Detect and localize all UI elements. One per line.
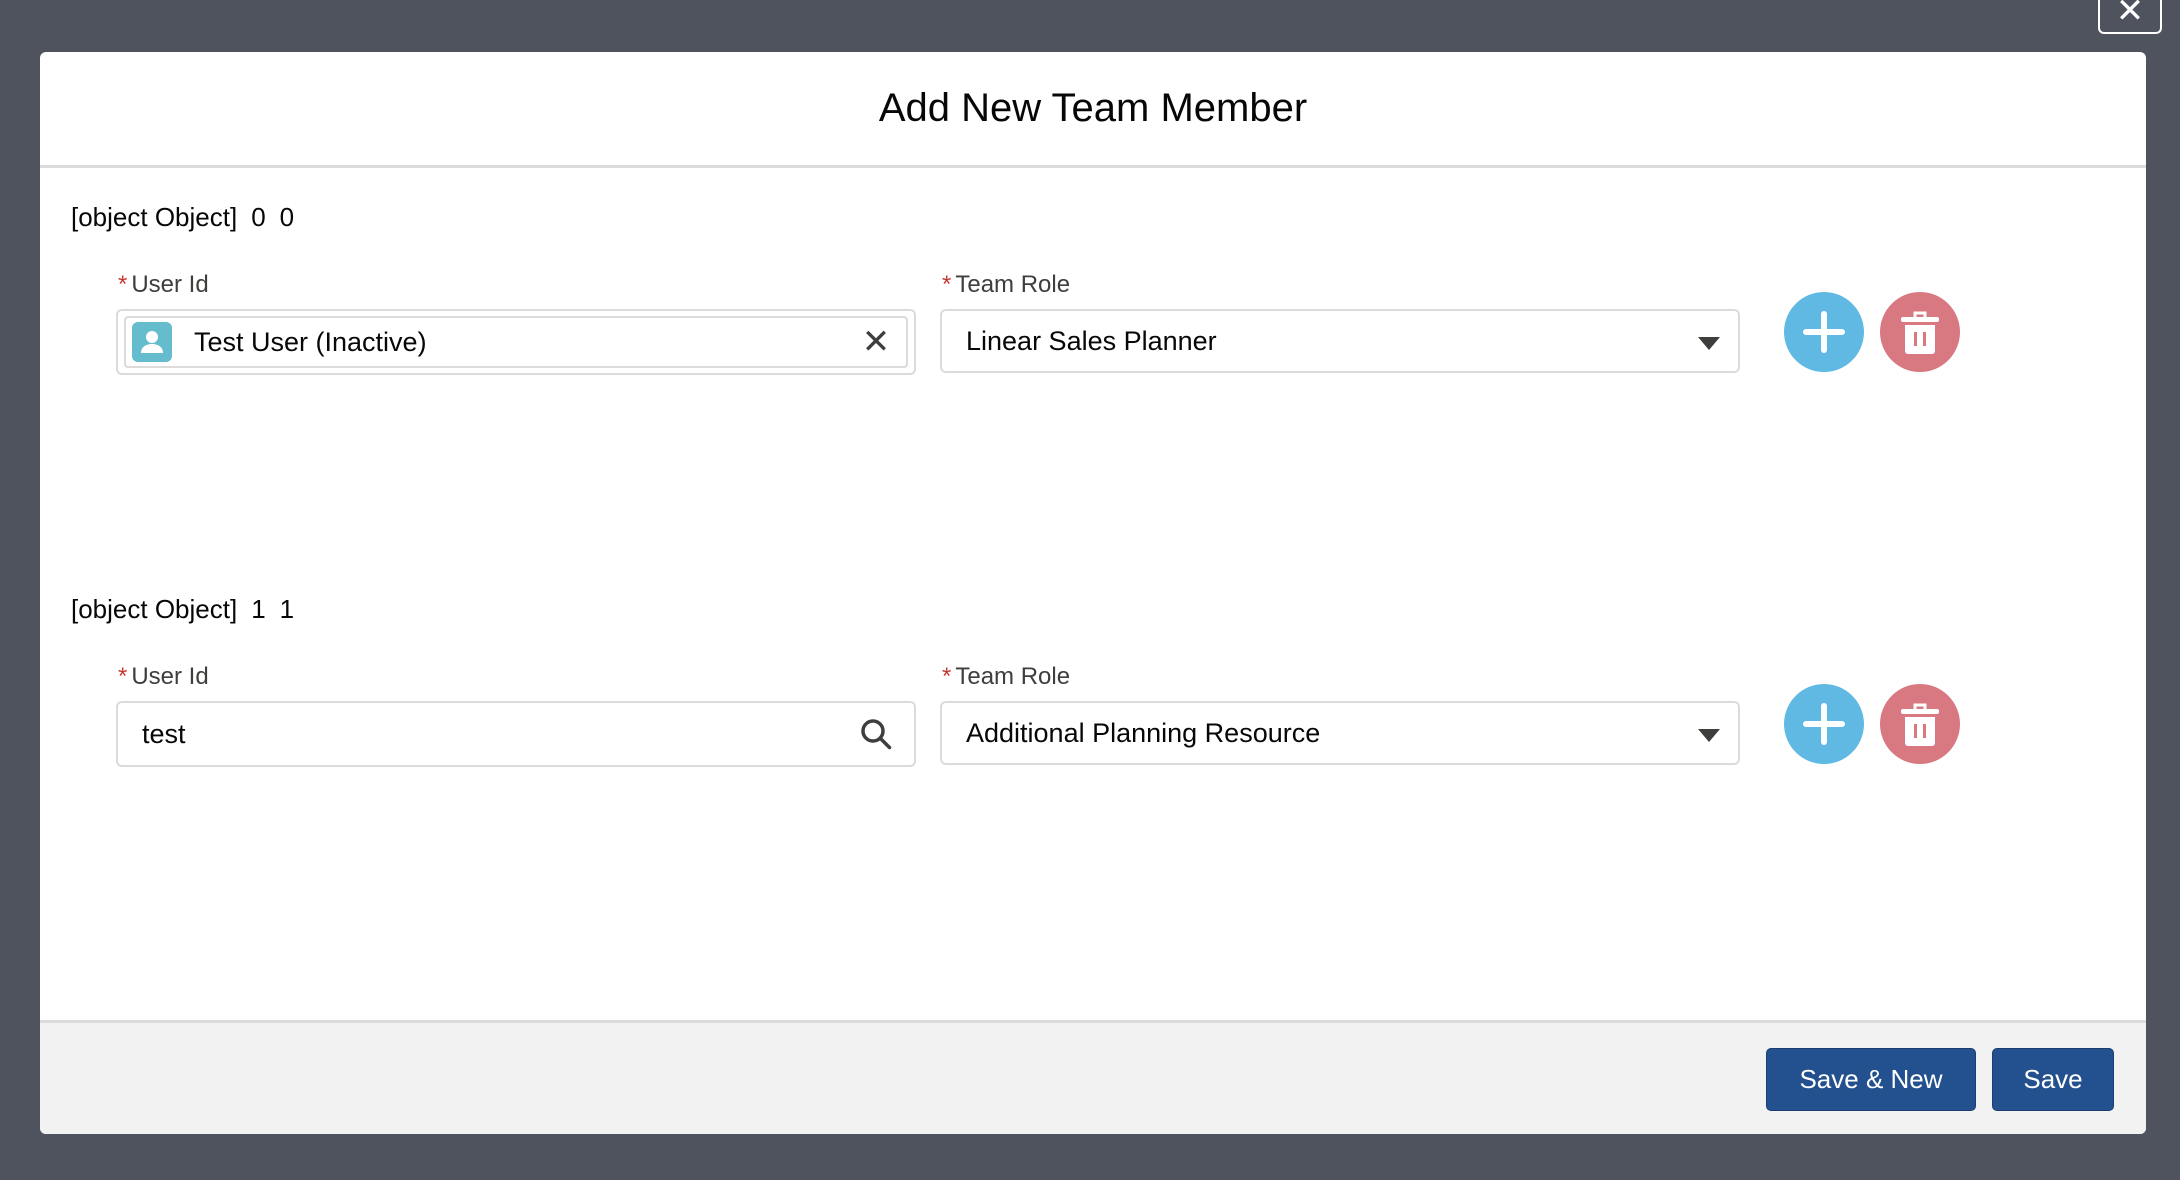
search-input-value[interactable]: test <box>142 719 860 750</box>
delete-row-button[interactable] <box>1880 292 1960 372</box>
team-role-select[interactable]: Additional Planning Resource <box>940 701 1740 765</box>
user-id-label: * User Id <box>118 271 209 299</box>
save-and-new-button[interactable]: Save & New <box>1766 1048 1976 1111</box>
chevron-down-icon <box>1698 729 1720 742</box>
required-mark: * <box>118 663 128 690</box>
label-text: User Id <box>131 663 209 690</box>
add-team-member-modal: Add New Team Member [object Object] 0 0 * U… <box>40 52 2146 1134</box>
trash-icon <box>1901 703 1939 746</box>
required-mark: * <box>942 663 952 690</box>
trash-icon <box>1901 311 1939 354</box>
row-heading: [object Object] 0 0 <box>71 202 308 233</box>
add-row-button[interactable] <box>1784 684 1864 764</box>
required-mark: * <box>942 271 952 298</box>
team-role-select[interactable]: Linear Sales Planner <box>940 309 1740 373</box>
modal-title: Add New Team Member <box>878 86 1308 130</box>
team-role-label: * Team Role <box>942 271 1070 299</box>
clear-selection-icon[interactable]: ✕ <box>856 322 896 362</box>
close-icon: ✕ <box>2115 0 2145 30</box>
modal-header: Add New Team Member <box>40 52 2146 168</box>
selected-user-name: Test User (Inactive) <box>194 326 427 357</box>
team-role-label: * Team Role <box>942 663 1070 691</box>
plus-icon <box>1803 703 1845 745</box>
chevron-down-icon <box>1698 337 1720 350</box>
modal-footer: Save & New Save <box>40 1020 2146 1134</box>
label-text: Team Role <box>955 663 1071 690</box>
save-button[interactable]: Save <box>1992 1048 2114 1111</box>
required-mark: * <box>118 271 128 298</box>
label-text: Team Role <box>955 271 1071 298</box>
selected-user-pill: Test User (Inactive) ✕ <box>124 316 908 368</box>
label-text: User Id <box>131 271 209 298</box>
plus-icon <box>1803 311 1845 353</box>
user-avatar-icon <box>132 322 172 362</box>
selected-role: Linear Sales Planner <box>966 325 1217 356</box>
add-row-button[interactable] <box>1784 292 1864 372</box>
user-id-search-input[interactable]: test <box>116 701 916 767</box>
row-index: 0 <box>251 202 266 232</box>
row-heading: [object Object] 1 1 <box>71 594 308 625</box>
selected-role: Additional Planning Resource <box>966 717 1321 748</box>
row-heading-text: [object Object] <box>71 202 238 232</box>
row-index: 1 <box>251 594 266 624</box>
row-heading-text: [object Object] <box>71 594 238 624</box>
search-icon <box>861 719 892 750</box>
row-key: 1 <box>279 594 295 624</box>
row-key: 0 <box>279 202 295 232</box>
user-id-lookup[interactable]: Test User (Inactive) ✕ <box>116 309 916 375</box>
close-modal-button[interactable]: ✕ <box>2098 0 2162 34</box>
delete-row-button[interactable] <box>1880 684 1960 764</box>
user-id-label: * User Id <box>118 663 209 691</box>
